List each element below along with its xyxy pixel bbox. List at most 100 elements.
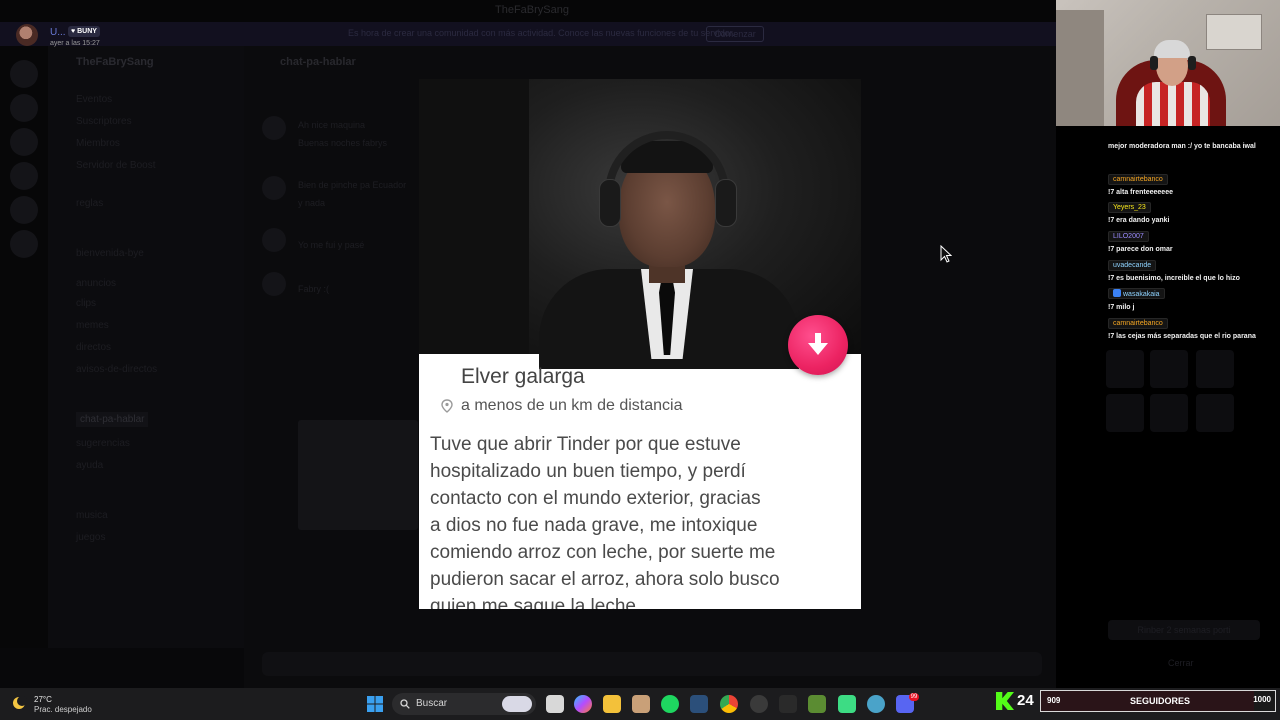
avatar[interactable]: [262, 228, 286, 252]
avatar[interactable]: [262, 176, 286, 200]
streamer-webcam: [1056, 0, 1280, 126]
channel-item[interactable]: clips: [76, 298, 96, 309]
webcam-headphone-left: [1150, 56, 1158, 70]
followers-goal-widget: 909 SEGUIDORES 1000: [1040, 690, 1276, 712]
search-icon: [400, 699, 410, 709]
webcam-streamer-shirt: [1136, 82, 1210, 126]
obs-icon[interactable]: [750, 695, 768, 713]
server-icon[interactable]: [10, 128, 38, 156]
channel-header: chat-pa-hablar: [280, 56, 356, 68]
mouse-cursor-icon: [940, 245, 952, 263]
chat-username[interactable]: wasakakaia: [1108, 288, 1165, 299]
server-name[interactable]: TheFaBrySang: [76, 56, 154, 68]
server-icon[interactable]: [10, 94, 38, 122]
sticker-slot[interactable]: [1150, 350, 1188, 388]
sticker-slot[interactable]: [1196, 350, 1234, 388]
chat-text: !7 las cejas más separadas que el rio pa…: [1108, 333, 1256, 340]
notification-count-badge: 99: [909, 693, 919, 701]
location-pin-icon: [441, 399, 453, 413]
channel-item[interactable]: musica: [76, 510, 108, 521]
chat-username[interactable]: camnairtebanco: [1108, 318, 1168, 329]
channel-item[interactable]: Suscriptores: [76, 116, 132, 127]
notification-username: U...: [50, 27, 66, 38]
channel-item[interactable]: Servidor de Boost: [76, 160, 156, 171]
profile-bio: Tuve que abrir Tinder por que estuve hos…: [430, 434, 780, 609]
game-app-icon[interactable]: [838, 695, 856, 713]
avatar[interactable]: [16, 24, 38, 46]
message-input[interactable]: [262, 652, 1042, 676]
server-icon[interactable]: [10, 162, 38, 190]
browser-app-icon[interactable]: [867, 695, 885, 713]
kick-viewer-count: 24: [1017, 692, 1034, 709]
chat-username[interactable]: LILO2007: [1108, 231, 1149, 242]
chat-message: Fabry :(: [298, 284, 330, 294]
task-view-icon[interactable]: [546, 695, 564, 713]
channel-item-active[interactable]: chat-pa-hablar: [76, 412, 149, 427]
channel-item[interactable]: ayuda: [76, 460, 103, 471]
weather-temperature[interactable]: 27°C: [34, 695, 52, 704]
channel-item[interactable]: avisos-de-directos: [76, 364, 157, 375]
windows-start-icon[interactable]: [367, 696, 383, 712]
profile-distance: a menos de un km de distancia: [461, 397, 683, 414]
weather-condition[interactable]: Prac. despejado: [34, 705, 92, 714]
channel-item[interactable]: juegos: [76, 532, 105, 543]
weather-moon-icon[interactable]: [12, 695, 28, 711]
chat-entry: Yeyers_23 !7 era dando yanki: [1108, 196, 1268, 226]
server-icon[interactable]: [10, 230, 38, 258]
channel-sidebar: TheFaBrySang Eventos Suscriptores Miembr…: [48, 46, 244, 688]
sticker-slot[interactable]: [1196, 394, 1234, 432]
chat-username[interactable]: camnairtebanco: [1108, 174, 1168, 185]
chat-username[interactable]: uvadecande: [1108, 260, 1157, 271]
chat-entry: camnairtebanco !7 alta frenteeeeeee: [1108, 168, 1268, 198]
spotify-icon[interactable]: [661, 695, 679, 713]
channel-item[interactable]: sugerencias: [76, 438, 130, 449]
dim-close-button[interactable]: Cerrar: [1168, 658, 1194, 668]
avatar[interactable]: [262, 272, 286, 296]
file-explorer-icon[interactable]: [603, 695, 621, 713]
copilot-icon[interactable]: [574, 695, 592, 713]
banner-button[interactable]: Comenzar: [706, 26, 764, 42]
chat-text: mejor moderadora man :/ yo te bancaba iw…: [1108, 143, 1256, 150]
channel-item[interactable]: bienvenida-bye: [76, 248, 144, 259]
notice-banner: Es hora de crear una comunidad con más a…: [0, 22, 1056, 46]
dim-action-button[interactable]: Rinber 2 semanas porti: [1108, 620, 1260, 640]
server-icon[interactable]: [10, 60, 38, 88]
channel-item[interactable]: anuncios: [76, 278, 116, 289]
profile-photo: [419, 79, 861, 369]
channel-item[interactable]: Eventos: [76, 94, 112, 105]
chat-entry: camnairtebanco !7 las cejas más separada…: [1108, 312, 1268, 342]
webcam-door: [1056, 10, 1104, 126]
taskbar-search[interactable]: Buscar: [392, 693, 536, 715]
minecraft-icon[interactable]: [808, 695, 826, 713]
chat-message: Yo me fui y pasé: [298, 240, 365, 250]
chrome-icon[interactable]: [720, 695, 738, 713]
followers-label: SEGUIDORES: [1130, 696, 1191, 706]
sticker-slot[interactable]: [1106, 394, 1144, 432]
notification-time: ayer a las 15:27: [50, 40, 100, 47]
photo-shadow: [419, 79, 529, 354]
message-embed: [298, 420, 418, 530]
subscriber-icon: [1113, 289, 1121, 297]
channel-item[interactable]: Miembros: [76, 138, 120, 149]
sticker-slot[interactable]: [1106, 350, 1144, 388]
capcut-icon[interactable]: [779, 695, 797, 713]
channel-item[interactable]: memes: [76, 320, 109, 331]
window-title: TheFaBrySang: [495, 4, 569, 16]
search-highlight-icon: [502, 696, 532, 712]
banner-text: Es hora de crear una comunidad con más a…: [348, 28, 735, 38]
editor-app-icon[interactable]: [690, 695, 708, 713]
avatar[interactable]: [262, 116, 286, 140]
photo-headphone-band: [605, 131, 729, 219]
channel-item[interactable]: directos: [76, 342, 111, 353]
sticker-slot[interactable]: [1150, 394, 1188, 432]
channel-item[interactable]: reglas: [76, 198, 103, 209]
server-icon[interactable]: [10, 196, 38, 224]
chat-username[interactable]: Yeyers_23: [1108, 202, 1151, 213]
collapse-profile-button[interactable]: [788, 315, 848, 375]
webcam-headphone-right: [1188, 56, 1196, 70]
title-bar: TheFaBrySang: [0, 0, 1056, 22]
followers-goal: 1000: [1253, 695, 1271, 704]
photo-app-icon[interactable]: [632, 695, 650, 713]
dimmed-panel: [1096, 330, 1246, 610]
chat-message: Buenas noches fabrys: [298, 138, 388, 148]
